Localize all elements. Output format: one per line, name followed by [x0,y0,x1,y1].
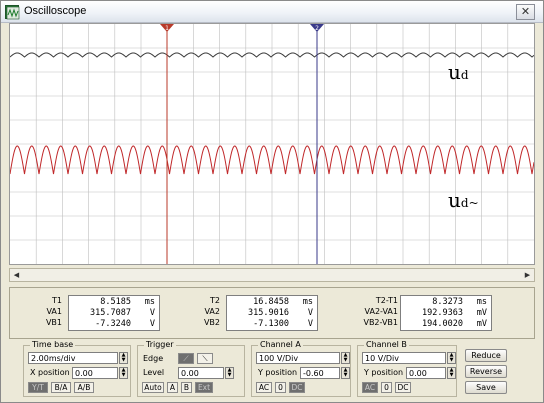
channel-a-ac-button[interactable]: AC [256,382,272,393]
t1-time-unit: ms [144,297,155,307]
channel-b-scale-spinner-icon[interactable]: ▲ ▼ [447,352,456,364]
channel-b-zero-button[interactable]: 0 [381,382,392,393]
edge-rising-button[interactable]: ⟋ [178,353,194,364]
title-bar: Oscilloscope ✕ [1,1,543,23]
t1-value-box: 8.5185 ms 315.7087 V -7.3240 V [68,295,160,331]
xpos-spinner-icon[interactable]: ▲ ▼ [119,367,128,379]
vb1-unit: V [149,319,155,329]
channel-a-group: Channel A 100 V/Div ▲ ▼ Y position -0.60 … [251,340,351,397]
timebase-title: Time base [30,340,76,349]
diff-time-unit: ms [476,297,487,307]
trigger-b-button[interactable]: B [181,382,192,393]
mode-ab-button[interactable]: A/B [74,382,94,393]
t2-value-box: 16.8458 ms 315.9016 V -7.1300 V [226,295,318,331]
trigger-ext-button[interactable]: Ext [195,382,213,393]
level-spinner-icon[interactable]: ▲ ▼ [225,367,234,379]
window-title: Oscilloscope [24,5,87,17]
va2-value: 315.9016 [248,308,289,318]
channel-b-ac-button[interactable]: AC [362,382,378,393]
va-diff-unit: mV [476,308,487,318]
channel-a-ypos-field[interactable]: -0.60 [300,367,340,379]
channel-a-ypos-label: Y position [258,368,298,377]
channel-b-scale-field[interactable]: 10 V/Div [362,352,446,364]
va2-label: VA2 [204,307,220,316]
control-panel: Time base 2.00ms/div ▲ ▼ X position 0.00 … [9,340,535,399]
vb2-value: -7.1300 [253,319,289,329]
trace-label-ud: ud [448,60,469,84]
vb2-label: VB2 [203,318,220,327]
vb2-vb1-label: VB2-VB1 [363,318,398,327]
edge-falling-button[interactable]: ⟍ [197,353,213,364]
va1-unit: V [149,308,155,318]
vb2-unit: V [307,319,313,329]
edge-label: Edge [143,354,164,363]
t2-time-unit: ms [302,297,313,307]
va1-value: 315.7087 [90,308,131,318]
close-button[interactable]: ✕ [516,4,535,20]
mode-ba-button[interactable]: B/A [51,382,71,393]
diff-time: 8.3273 [432,297,463,307]
timebase-group: Time base 2.00ms/div ▲ ▼ X position 0.00 … [23,340,131,397]
measurement-readout: T1 VA1 VB1 8.5185 ms 315.7087 V -7.3240 V T… [9,287,535,339]
t1-time: 8.5185 [100,297,131,307]
trigger-group: Trigger Edge ⟋ ⟍ Level 0.00 ▲ ▼ Auto A B … [137,340,245,397]
timebase-scale-spinner-icon[interactable]: ▲ ▼ [119,352,128,364]
t2-label: T2 [210,296,220,305]
channel-b-dc-button[interactable]: DC [395,382,411,393]
scroll-left-icon[interactable]: ◀ [10,269,23,281]
t2-t1-label: T2-T1 [375,296,398,305]
channel-a-zero-button[interactable]: 0 [275,382,286,393]
channel-b-title: Channel B [364,340,409,349]
channel-a-scale-spinner-icon[interactable]: ▲ ▼ [341,352,350,364]
trigger-auto-button[interactable]: Auto [142,382,164,393]
va2-va1-label: VA2-VA1 [364,307,398,316]
level-label: Level [143,368,165,377]
cursor-2-number: 2 [315,25,319,32]
reduce-button[interactable]: Reduce [465,349,507,362]
va2-unit: V [307,308,313,318]
va-diff-value: 192.9363 [422,308,463,318]
channel-a-title: Channel A [258,340,303,349]
oscilloscope-window: Oscilloscope ✕ 1 2 ud ud~ ◀ ▶ T1 VA1 VB1… [0,0,544,403]
cursor-1-number: 1 [165,25,169,32]
xpos-label: X position [30,368,70,377]
channel-a-dc-button[interactable]: DC [289,382,305,393]
channel-b-ypos-field[interactable]: 0.00 [406,367,446,379]
vb-diff-value: 194.0020 [422,319,463,329]
channel-a-ypos-spinner-icon[interactable]: ▲ ▼ [341,367,350,379]
va1-label: VA1 [46,307,62,316]
vb1-label: VB1 [45,318,62,327]
trace-label-ud-ac: ud~ [448,188,479,212]
horizontal-scrollbar[interactable]: ◀ ▶ [9,268,535,282]
channel-b-ypos-spinner-icon[interactable]: ▲ ▼ [447,367,456,379]
level-field[interactable]: 0.00 [178,367,224,379]
trigger-title: Trigger [144,340,176,349]
xpos-field[interactable]: 0.00 [72,367,118,379]
vb1-value: -7.3240 [95,319,131,329]
oscilloscope-screen: 1 2 ud ud~ [9,23,535,265]
t2-time: 16.8458 [253,297,289,307]
reverse-button[interactable]: Reverse [465,365,507,378]
channel-a-scale-field[interactable]: 100 V/Div [256,352,340,364]
trigger-a-button[interactable]: A [167,382,178,393]
t1-label: T1 [52,296,62,305]
diff-value-box: 8.3273 ms 192.9363 mV 194.0020 mV [400,295,492,331]
oscilloscope-app-icon [5,5,20,20]
vb-diff-unit: mV [476,319,487,329]
channel-b-group: Channel B 10 V/Div ▲ ▼ Y position 0.00 ▲ ▼… [357,340,457,397]
channel-b-ypos-label: Y position [364,368,404,377]
mode-yt-button[interactable]: Y/T [28,382,48,393]
scroll-right-icon[interactable]: ▶ [521,269,534,281]
save-button[interactable]: Save [465,381,507,394]
timebase-scale-field[interactable]: 2.00ms/div [28,352,118,364]
